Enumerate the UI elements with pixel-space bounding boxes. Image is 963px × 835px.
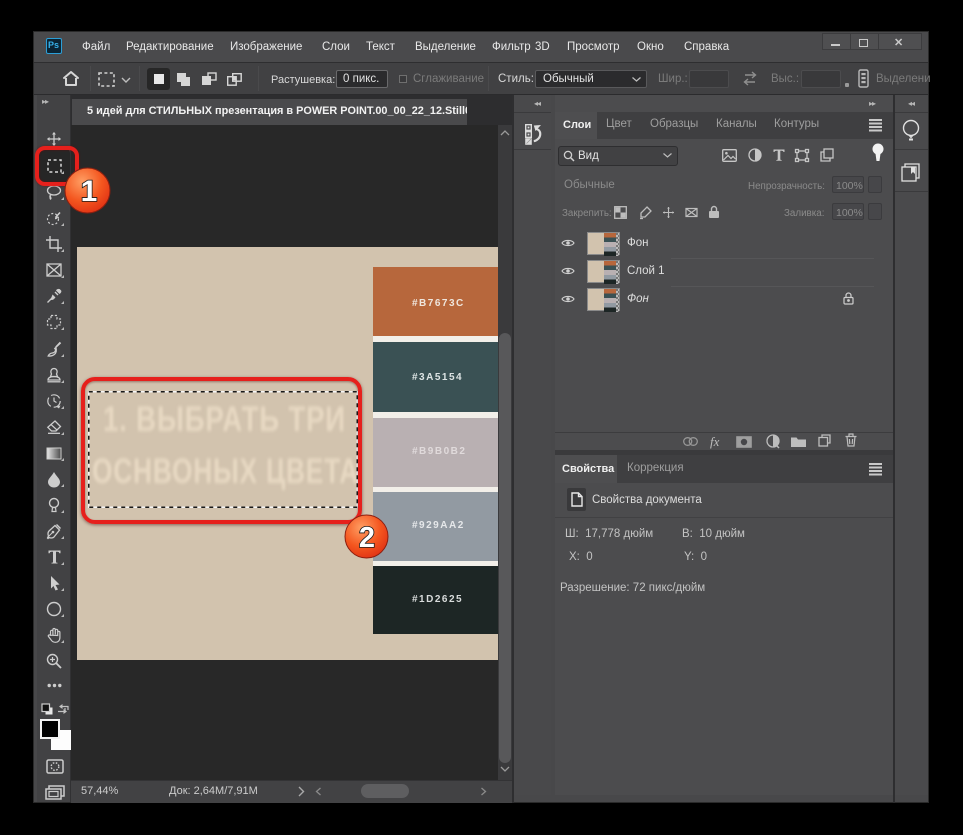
- svg-text:1: 1: [81, 175, 98, 208]
- svg-text:2: 2: [359, 522, 375, 554]
